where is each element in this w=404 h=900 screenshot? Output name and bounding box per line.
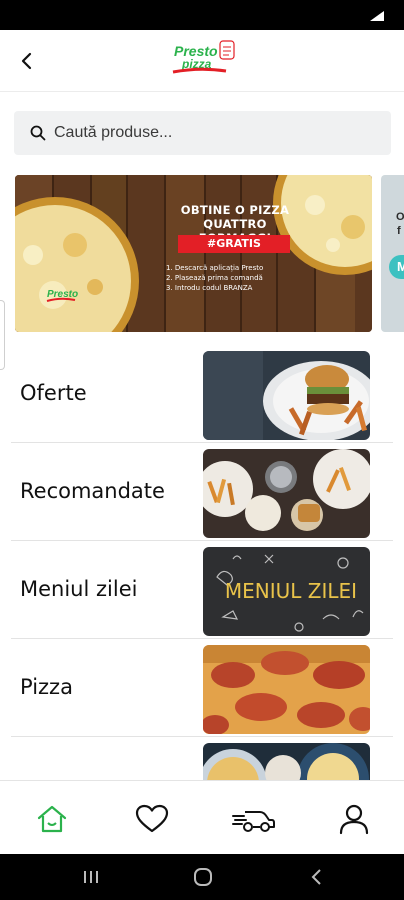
- delivery-car-icon: [232, 811, 275, 832]
- category-item-oferte[interactable]: Oferte: [11, 345, 393, 443]
- banner-tag: #GRATIS: [178, 235, 290, 253]
- category-item-pasta[interactable]: [11, 737, 393, 781]
- promo-banner-next[interactable]: O f M: [381, 175, 404, 332]
- user-icon: [339, 804, 369, 835]
- nav-delivery[interactable]: [232, 799, 276, 839]
- category-label: Oferte: [20, 381, 87, 405]
- status-bar: [0, 0, 404, 30]
- promo-carousel[interactable]: Presto OBTINE O PIZZA QUATTRO FORMAGGI #…: [0, 175, 404, 333]
- search-bar[interactable]: [14, 111, 391, 155]
- heart-icon: [135, 804, 169, 833]
- category-label: Meniul zilei: [20, 577, 138, 601]
- recent-apps-icon: [84, 871, 98, 883]
- chalkboard-text: MENIUL ZILEI: [225, 579, 357, 603]
- category-image-pizza: [203, 645, 370, 734]
- home-system-button[interactable]: [188, 864, 218, 890]
- search-input[interactable]: [54, 124, 354, 142]
- banner-step: 2. Plasează prima comandă: [166, 274, 263, 282]
- category-label: Pizza: [20, 675, 73, 699]
- signal-icon: [370, 11, 384, 21]
- chevron-left-icon: [21, 52, 32, 70]
- category-image-pasta: [203, 743, 370, 781]
- category-list: Oferte Recomandate Meniul zilei MENIUL Z…: [0, 345, 404, 781]
- banner-headline-1: OBTINE O PIZZA: [180, 203, 290, 217]
- banner-step: 1. Descarcă aplicația Presto: [166, 264, 264, 272]
- bottom-navigation: [0, 780, 404, 854]
- category-item-recomandate[interactable]: Recomandate: [11, 443, 393, 541]
- back-system-button[interactable]: [302, 864, 332, 890]
- category-image-chalkboard: MENIUL ZILEI: [203, 547, 370, 636]
- banner-steps: 1. Descarcă aplicația Presto 2. Plasează…: [166, 263, 296, 293]
- banner-step: 3. Introdu codul BRANZA: [166, 284, 253, 292]
- category-item-meniul-zilei[interactable]: Meniul zilei MENIUL ZILEI: [11, 541, 393, 639]
- recent-apps-button[interactable]: [76, 864, 106, 890]
- system-navigation-bar: [0, 854, 404, 900]
- nav-account[interactable]: [334, 799, 374, 839]
- category-item-pizza[interactable]: Pizza: [11, 639, 393, 737]
- category-image-meal: [203, 449, 370, 538]
- peek-text-2: f: [397, 225, 401, 237]
- category-image-burger: [203, 351, 370, 440]
- app-header: Presto pizza: [0, 30, 404, 92]
- back-button[interactable]: [12, 46, 42, 76]
- home-icon: [37, 805, 67, 833]
- peek-badge: M: [389, 255, 404, 279]
- presto-pizza-logo[interactable]: Presto pizza: [170, 39, 238, 79]
- promo-banner-quattro-formaggi[interactable]: Presto OBTINE O PIZZA QUATTRO FORMAGGI #…: [15, 175, 372, 332]
- category-label: Recomandate: [20, 479, 165, 503]
- search-icon: [30, 125, 46, 141]
- nav-favorites[interactable]: [132, 799, 172, 839]
- peek-text-1: O: [396, 211, 404, 223]
- wooden-table-pizza-image: Presto: [15, 175, 372, 332]
- app-screen: Presto pizza Caută produse... Presto OBT…: [0, 0, 404, 900]
- home-circle-icon: [194, 868, 212, 886]
- back-arrow-icon: [311, 869, 321, 885]
- nav-home[interactable]: [32, 799, 72, 839]
